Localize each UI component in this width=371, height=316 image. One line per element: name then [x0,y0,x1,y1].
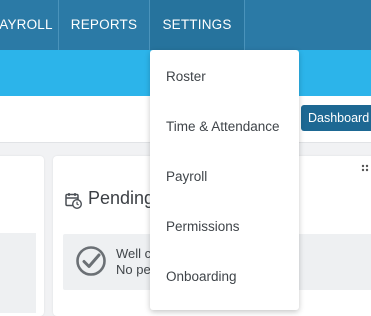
nav-item-payroll[interactable]: AYROLL [0,0,58,50]
notice-text-line-2: No pe [116,262,151,277]
nav-divider [244,0,245,50]
menu-item-payroll[interactable]: Payroll [166,169,207,184]
menu-item-time-attendance[interactable]: Time & Attendance [166,119,280,134]
pending-card-title: Pending [88,188,155,208]
menu-item-onboarding[interactable]: Onboarding [166,269,237,284]
top-navigation: AYROLL REPORTS SETTINGS [0,0,371,50]
notice-text-line-1: Well c [116,246,152,261]
left-card-content [0,233,36,313]
settings-dropdown-menu: Roster Time & Attendance Payroll Permiss… [150,50,299,310]
check-circle-icon [76,246,106,276]
menu-item-permissions[interactable]: Permissions [166,219,240,234]
drag-handle-icon[interactable] [361,164,371,172]
nav-item-reports[interactable]: REPORTS [59,0,149,50]
dashboard-button[interactable]: Dashboard [301,105,371,131]
calendar-clock-icon [65,193,82,209]
nav-item-settings[interactable]: SETTINGS [150,0,244,50]
menu-item-roster[interactable]: Roster [166,69,206,84]
